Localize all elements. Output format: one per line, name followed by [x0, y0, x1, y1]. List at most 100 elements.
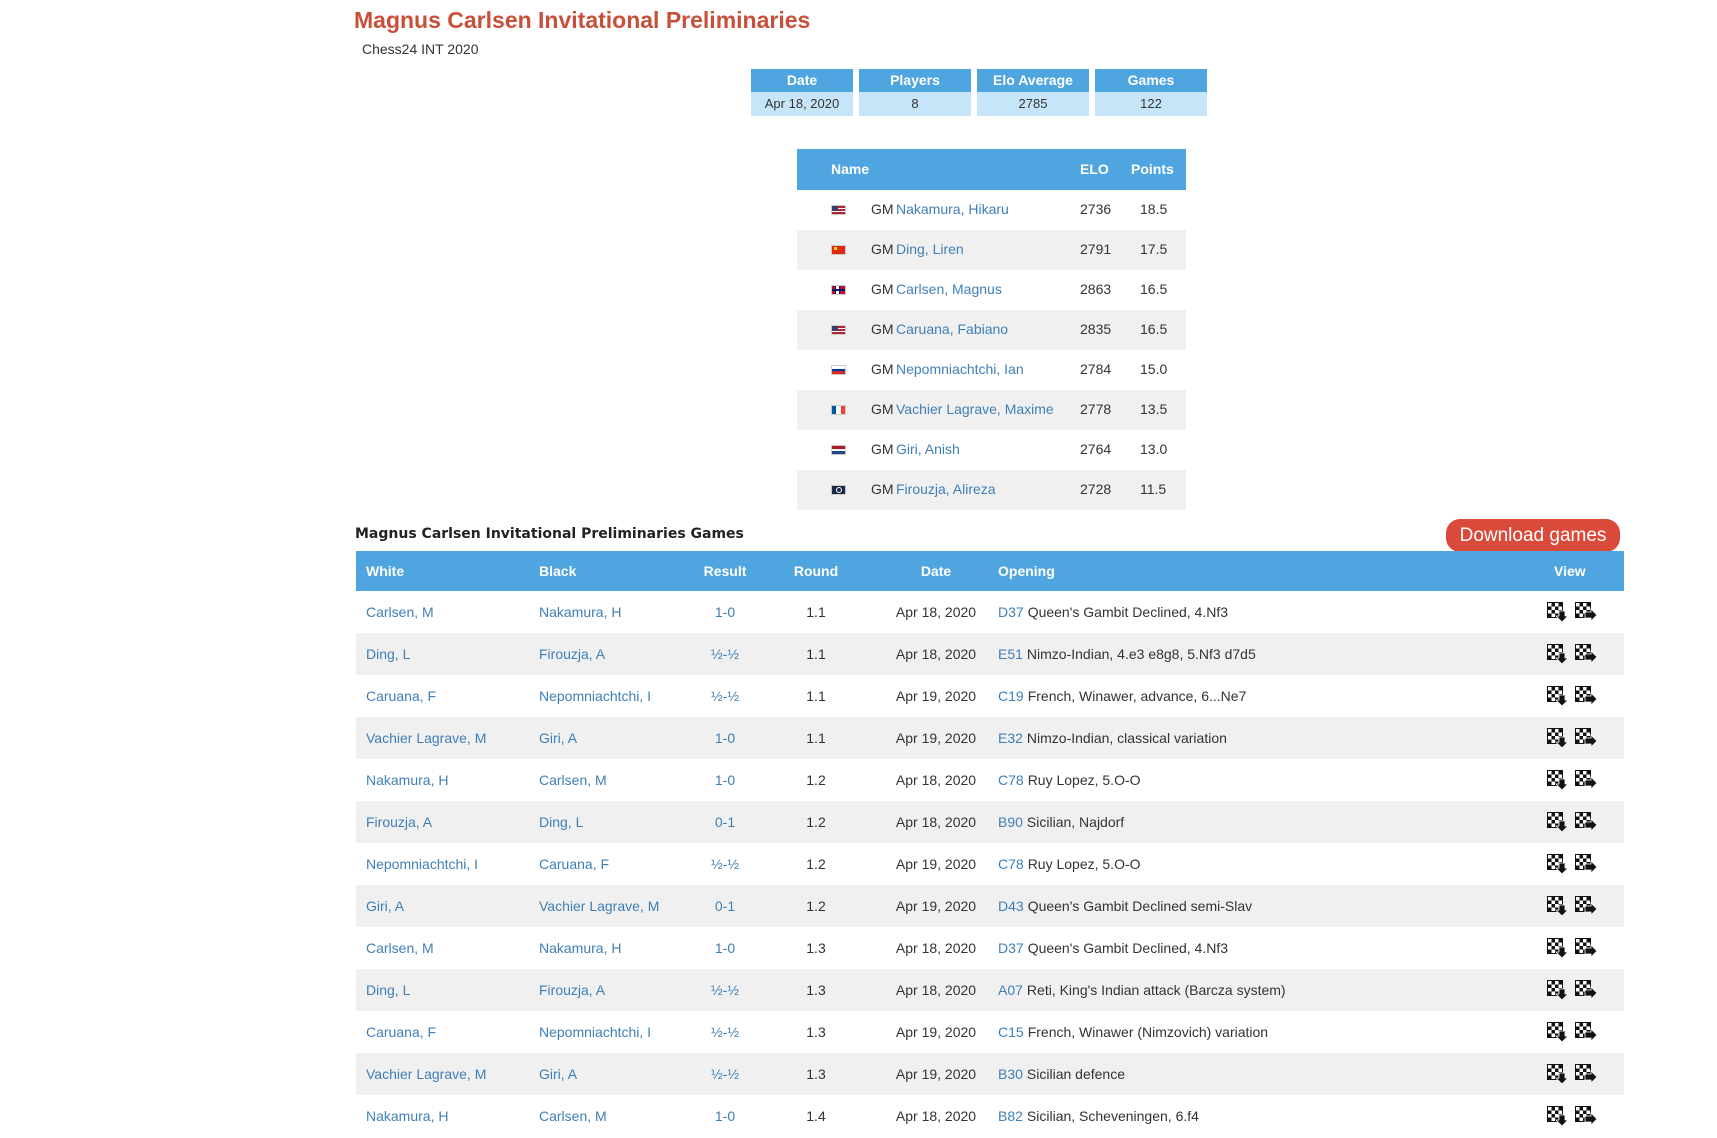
download-board-icon[interactable]	[1547, 980, 1569, 1000]
game-white-link[interactable]: Carlsen, M	[366, 604, 434, 620]
game-white-link[interactable]: Giri, A	[366, 898, 404, 914]
game-result-link[interactable]: 0-1	[685, 898, 765, 914]
download-games-button[interactable]: Download games	[1446, 519, 1620, 552]
download-board-icon[interactable]	[1547, 686, 1569, 706]
column-header-date[interactable]: Date	[876, 563, 996, 579]
game-result-link[interactable]: 1-0	[685, 1108, 765, 1124]
game-white-link[interactable]: Firouzja, A	[366, 814, 432, 830]
game-black-link[interactable]: Nepomniachtchi, I	[539, 688, 651, 704]
game-eco-link[interactable]: B90	[998, 814, 1023, 830]
open-board-icon[interactable]	[1575, 938, 1597, 958]
game-eco-link[interactable]: B30	[998, 1066, 1023, 1082]
game-result-link[interactable]: ½-½	[685, 856, 765, 872]
game-white-link[interactable]: Vachier Lagrave, M	[366, 730, 486, 746]
open-board-icon[interactable]	[1575, 1022, 1597, 1042]
player-name-link[interactable]: Nakamura, Hikaru	[896, 201, 1009, 217]
game-black-link[interactable]: Giri, A	[539, 730, 577, 746]
game-white-link[interactable]: Ding, L	[366, 982, 410, 998]
game-white-link[interactable]: Caruana, F	[366, 1024, 436, 1040]
game-white-link[interactable]: Nakamura, H	[366, 772, 448, 788]
column-header-white[interactable]: White	[366, 563, 404, 579]
download-board-icon[interactable]	[1547, 1022, 1569, 1042]
game-result-link[interactable]: 1-0	[685, 772, 765, 788]
game-white-link[interactable]: Vachier Lagrave, M	[366, 1066, 486, 1082]
column-header-black[interactable]: Black	[539, 563, 576, 579]
player-name-link[interactable]: Vachier Lagrave, Maxime	[896, 401, 1054, 417]
column-header-elo[interactable]: ELO	[1080, 161, 1109, 177]
column-header-opening[interactable]: Opening	[998, 563, 1055, 579]
game-white-link[interactable]: Carlsen, M	[366, 940, 434, 956]
player-name-link[interactable]: Carlsen, Magnus	[896, 281, 1002, 297]
game-black-link[interactable]: Carlsen, M	[539, 1108, 607, 1124]
open-board-icon[interactable]	[1575, 896, 1597, 916]
game-black-link[interactable]: Giri, A	[539, 1066, 577, 1082]
game-result-link[interactable]: 1-0	[685, 730, 765, 746]
player-name-link[interactable]: Firouzja, Alireza	[896, 481, 996, 497]
download-board-icon[interactable]	[1547, 896, 1569, 916]
open-board-icon[interactable]	[1575, 1106, 1597, 1126]
game-view-actions	[1547, 812, 1597, 832]
player-name-link[interactable]: Caruana, Fabiano	[896, 321, 1008, 337]
download-board-icon[interactable]	[1547, 938, 1569, 958]
game-result-link[interactable]: ½-½	[685, 688, 765, 704]
player-name-link[interactable]: Nepomniachtchi, Ian	[896, 361, 1024, 377]
game-white-link[interactable]: Nakamura, H	[366, 1108, 448, 1124]
game-black-link[interactable]: Caruana, F	[539, 856, 609, 872]
game-row: Vachier Lagrave, M Giri, A ½-½ 1.3 Apr 19, 2…	[356, 1053, 1624, 1095]
game-result-link[interactable]: 0-1	[685, 814, 765, 830]
game-eco-link[interactable]: A07	[998, 982, 1023, 998]
game-eco-link[interactable]: D37	[998, 940, 1024, 956]
player-elo: 2778	[1080, 401, 1112, 417]
game-white-link[interactable]: Caruana, F	[366, 688, 436, 704]
game-black-link[interactable]: Vachier Lagrave, M	[539, 898, 659, 914]
game-white-link[interactable]: Nepomniachtchi, I	[366, 856, 478, 872]
column-header-result[interactable]: Result	[685, 563, 765, 579]
game-eco-link[interactable]: C78	[998, 772, 1024, 788]
game-black-link[interactable]: Nakamura, H	[539, 604, 621, 620]
download-board-icon[interactable]	[1547, 602, 1569, 622]
game-eco-link[interactable]: C19	[998, 688, 1024, 704]
game-black-link[interactable]: Firouzja, A	[539, 982, 605, 998]
game-eco-link[interactable]: E32	[998, 730, 1023, 746]
download-board-icon[interactable]	[1547, 728, 1569, 748]
game-result-link[interactable]: ½-½	[685, 1066, 765, 1082]
game-eco-link[interactable]: D43	[998, 898, 1024, 914]
open-board-icon[interactable]	[1575, 980, 1597, 1000]
open-board-icon[interactable]	[1575, 728, 1597, 748]
game-black-link[interactable]: Ding, L	[539, 814, 583, 830]
game-black-link[interactable]: Carlsen, M	[539, 772, 607, 788]
game-result-link[interactable]: ½-½	[685, 982, 765, 998]
game-view-actions	[1547, 896, 1597, 916]
game-result-link[interactable]: 1-0	[685, 604, 765, 620]
download-board-icon[interactable]	[1547, 644, 1569, 664]
game-black-link[interactable]: Firouzja, A	[539, 646, 605, 662]
game-result-link[interactable]: ½-½	[685, 646, 765, 662]
column-header-name[interactable]: Name	[831, 161, 869, 177]
game-eco-link[interactable]: B82	[998, 1108, 1023, 1124]
game-eco-link[interactable]: C15	[998, 1024, 1024, 1040]
game-eco-link[interactable]: C78	[998, 856, 1024, 872]
download-board-icon[interactable]	[1547, 1106, 1569, 1126]
open-board-icon[interactable]	[1575, 770, 1597, 790]
open-board-icon[interactable]	[1575, 812, 1597, 832]
open-board-icon[interactable]	[1575, 686, 1597, 706]
open-board-icon[interactable]	[1575, 1064, 1597, 1084]
game-white-link[interactable]: Ding, L	[366, 646, 410, 662]
game-result-link[interactable]: ½-½	[685, 1024, 765, 1040]
download-board-icon[interactable]	[1547, 770, 1569, 790]
download-board-icon[interactable]	[1547, 812, 1569, 832]
column-header-round[interactable]: Round	[776, 563, 856, 579]
open-board-icon[interactable]	[1575, 644, 1597, 664]
game-result-link[interactable]: 1-0	[685, 940, 765, 956]
open-board-icon[interactable]	[1575, 602, 1597, 622]
game-black-link[interactable]: Nepomniachtchi, I	[539, 1024, 651, 1040]
game-black-link[interactable]: Nakamura, H	[539, 940, 621, 956]
open-board-icon[interactable]	[1575, 854, 1597, 874]
game-eco-link[interactable]: D37	[998, 604, 1024, 620]
game-eco-link[interactable]: E51	[998, 646, 1023, 662]
download-board-icon[interactable]	[1547, 854, 1569, 874]
player-name-link[interactable]: Giri, Anish	[896, 441, 960, 457]
column-header-points[interactable]: Points	[1131, 161, 1174, 177]
download-board-icon[interactable]	[1547, 1064, 1569, 1084]
player-name-link[interactable]: Ding, Liren	[896, 241, 964, 257]
